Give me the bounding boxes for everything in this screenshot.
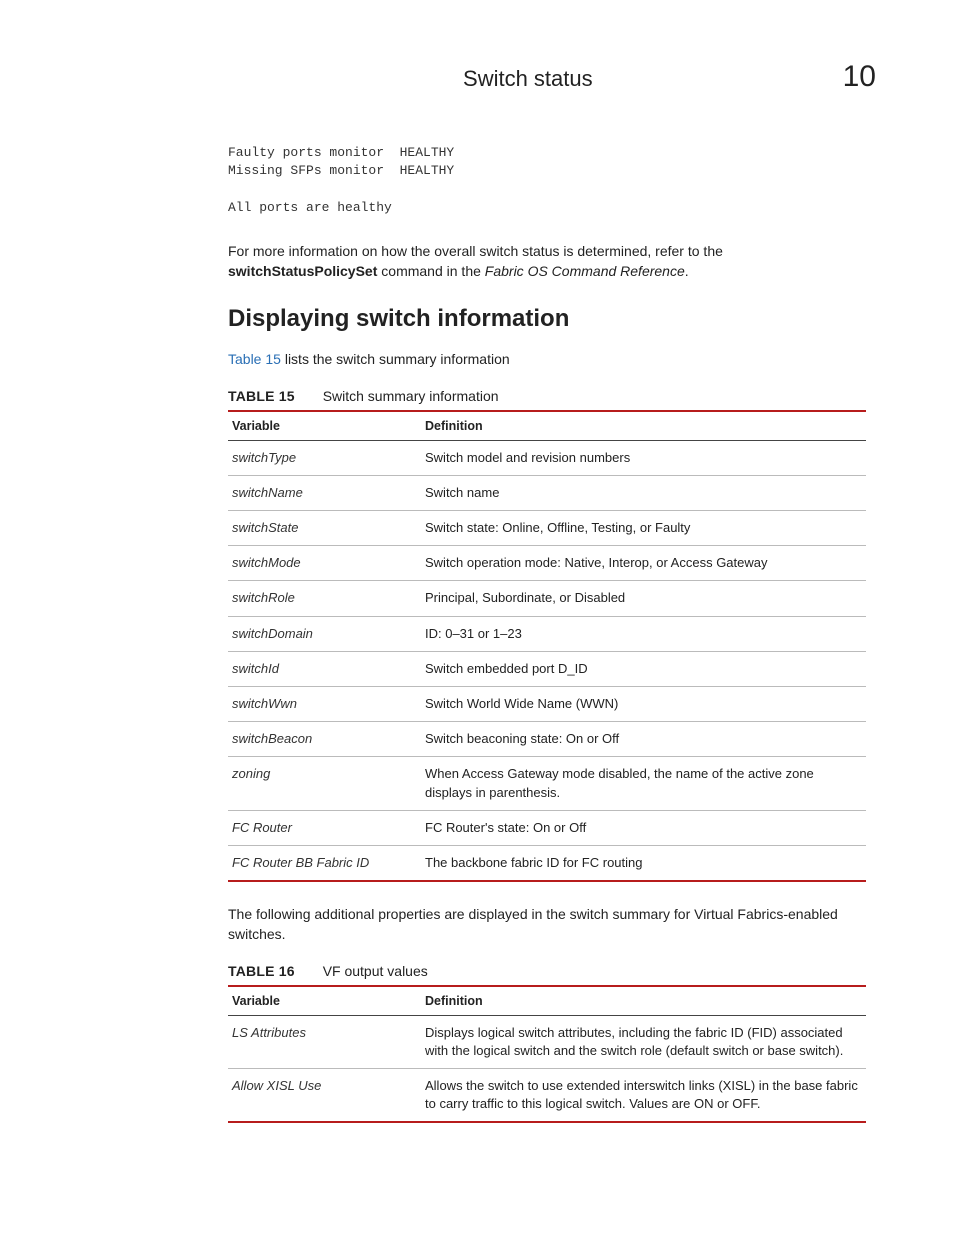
content: Faulty ports monitor HEALTHY Missing SFP… bbox=[228, 144, 866, 1123]
definition-cell: Principal, Subordinate, or Disabled bbox=[421, 581, 866, 616]
table-row: switchNameSwitch name bbox=[228, 475, 866, 510]
definition-cell: Switch beaconing state: On or Off bbox=[421, 722, 866, 757]
paragraph-additional: The following additional properties are … bbox=[228, 904, 866, 945]
definition-cell: The backbone fabric ID for FC routing bbox=[421, 845, 866, 881]
variable-cell: switchBeacon bbox=[228, 722, 421, 757]
paragraph-intro: Table 15 lists the switch summary inform… bbox=[228, 349, 866, 369]
table-row: switchBeaconSwitch beaconing state: On o… bbox=[228, 722, 866, 757]
page-header: Switch status 10 bbox=[78, 60, 876, 94]
table-xref-link[interactable]: Table 15 bbox=[228, 351, 281, 367]
header-title: Switch status bbox=[463, 66, 593, 92]
table-row: FC RouterFC Router's state: On or Off bbox=[228, 810, 866, 845]
variable-cell: zoning bbox=[228, 757, 421, 810]
page: Switch status 10 Faulty ports monitor HE… bbox=[0, 0, 954, 1203]
section-heading: Displaying switch information bbox=[228, 305, 866, 333]
chapter-number: 10 bbox=[843, 60, 876, 94]
variable-cell: switchId bbox=[228, 651, 421, 686]
variable-cell: switchState bbox=[228, 511, 421, 546]
text: For more information on how the overall … bbox=[228, 243, 723, 259]
command-name: switchStatusPolicySet bbox=[228, 263, 377, 279]
definition-cell: Displays logical switch attributes, incl… bbox=[421, 1015, 866, 1068]
col-header-variable: Variable bbox=[228, 411, 421, 441]
variable-cell: FC Router bbox=[228, 810, 421, 845]
variable-cell: switchDomain bbox=[228, 616, 421, 651]
definition-cell: Switch name bbox=[421, 475, 866, 510]
definition-cell: ID: 0–31 or 1–23 bbox=[421, 616, 866, 651]
definition-cell: Switch World Wide Name (WWN) bbox=[421, 686, 866, 721]
col-header-definition: Definition bbox=[421, 411, 866, 441]
code-block: Faulty ports monitor HEALTHY Missing SFP… bbox=[228, 144, 866, 217]
table-title: Switch summary information bbox=[323, 388, 499, 404]
table-row: Allow XISL UseAllows the switch to use e… bbox=[228, 1069, 866, 1123]
table-row: switchDomainID: 0–31 or 1–23 bbox=[228, 616, 866, 651]
definition-cell: Switch embedded port D_ID bbox=[421, 651, 866, 686]
definition-cell: FC Router's state: On or Off bbox=[421, 810, 866, 845]
variable-cell: LS Attributes bbox=[228, 1015, 421, 1068]
table-15: Variable Definition switchTypeSwitch mod… bbox=[228, 410, 866, 882]
table-row: switchModeSwitch operation mode: Native,… bbox=[228, 546, 866, 581]
table-row: switchRolePrincipal, Subordinate, or Dis… bbox=[228, 581, 866, 616]
variable-cell: switchMode bbox=[228, 546, 421, 581]
text: command in the bbox=[377, 263, 484, 279]
text: lists the switch summary information bbox=[281, 351, 510, 367]
col-header-definition: Definition bbox=[421, 986, 866, 1016]
definition-cell: Switch state: Online, Offline, Testing, … bbox=[421, 511, 866, 546]
table-row: switchStateSwitch state: Online, Offline… bbox=[228, 511, 866, 546]
table-row: switchWwnSwitch World Wide Name (WWN) bbox=[228, 686, 866, 721]
definition-cell: Allows the switch to use extended inters… bbox=[421, 1069, 866, 1123]
variable-cell: switchRole bbox=[228, 581, 421, 616]
table-row: LS AttributesDisplays logical switch att… bbox=[228, 1015, 866, 1068]
definition-cell: When Access Gateway mode disabled, the n… bbox=[421, 757, 866, 810]
variable-cell: FC Router BB Fabric ID bbox=[228, 845, 421, 881]
table-row: zoningWhen Access Gateway mode disabled,… bbox=[228, 757, 866, 810]
table-16-caption: TABLE 16 VF output values bbox=[228, 963, 866, 979]
definition-cell: Switch model and revision numbers bbox=[421, 440, 866, 475]
reference-title: Fabric OS Command Reference bbox=[485, 263, 685, 279]
variable-cell: Allow XISL Use bbox=[228, 1069, 421, 1123]
col-header-variable: Variable bbox=[228, 986, 421, 1016]
table-16: Variable Definition LS AttributesDisplay… bbox=[228, 985, 866, 1124]
variable-cell: switchType bbox=[228, 440, 421, 475]
table-label: TABLE 16 bbox=[228, 963, 295, 979]
table-title: VF output values bbox=[323, 963, 428, 979]
table-row: switchTypeSwitch model and revision numb… bbox=[228, 440, 866, 475]
table-label: TABLE 15 bbox=[228, 388, 295, 404]
variable-cell: switchWwn bbox=[228, 686, 421, 721]
text: . bbox=[685, 263, 689, 279]
table-row: switchIdSwitch embedded port D_ID bbox=[228, 651, 866, 686]
definition-cell: Switch operation mode: Native, Interop, … bbox=[421, 546, 866, 581]
paragraph-info: For more information on how the overall … bbox=[228, 241, 866, 282]
variable-cell: switchName bbox=[228, 475, 421, 510]
table-15-caption: TABLE 15 Switch summary information bbox=[228, 388, 866, 404]
table-row: FC Router BB Fabric IDThe backbone fabri… bbox=[228, 845, 866, 881]
